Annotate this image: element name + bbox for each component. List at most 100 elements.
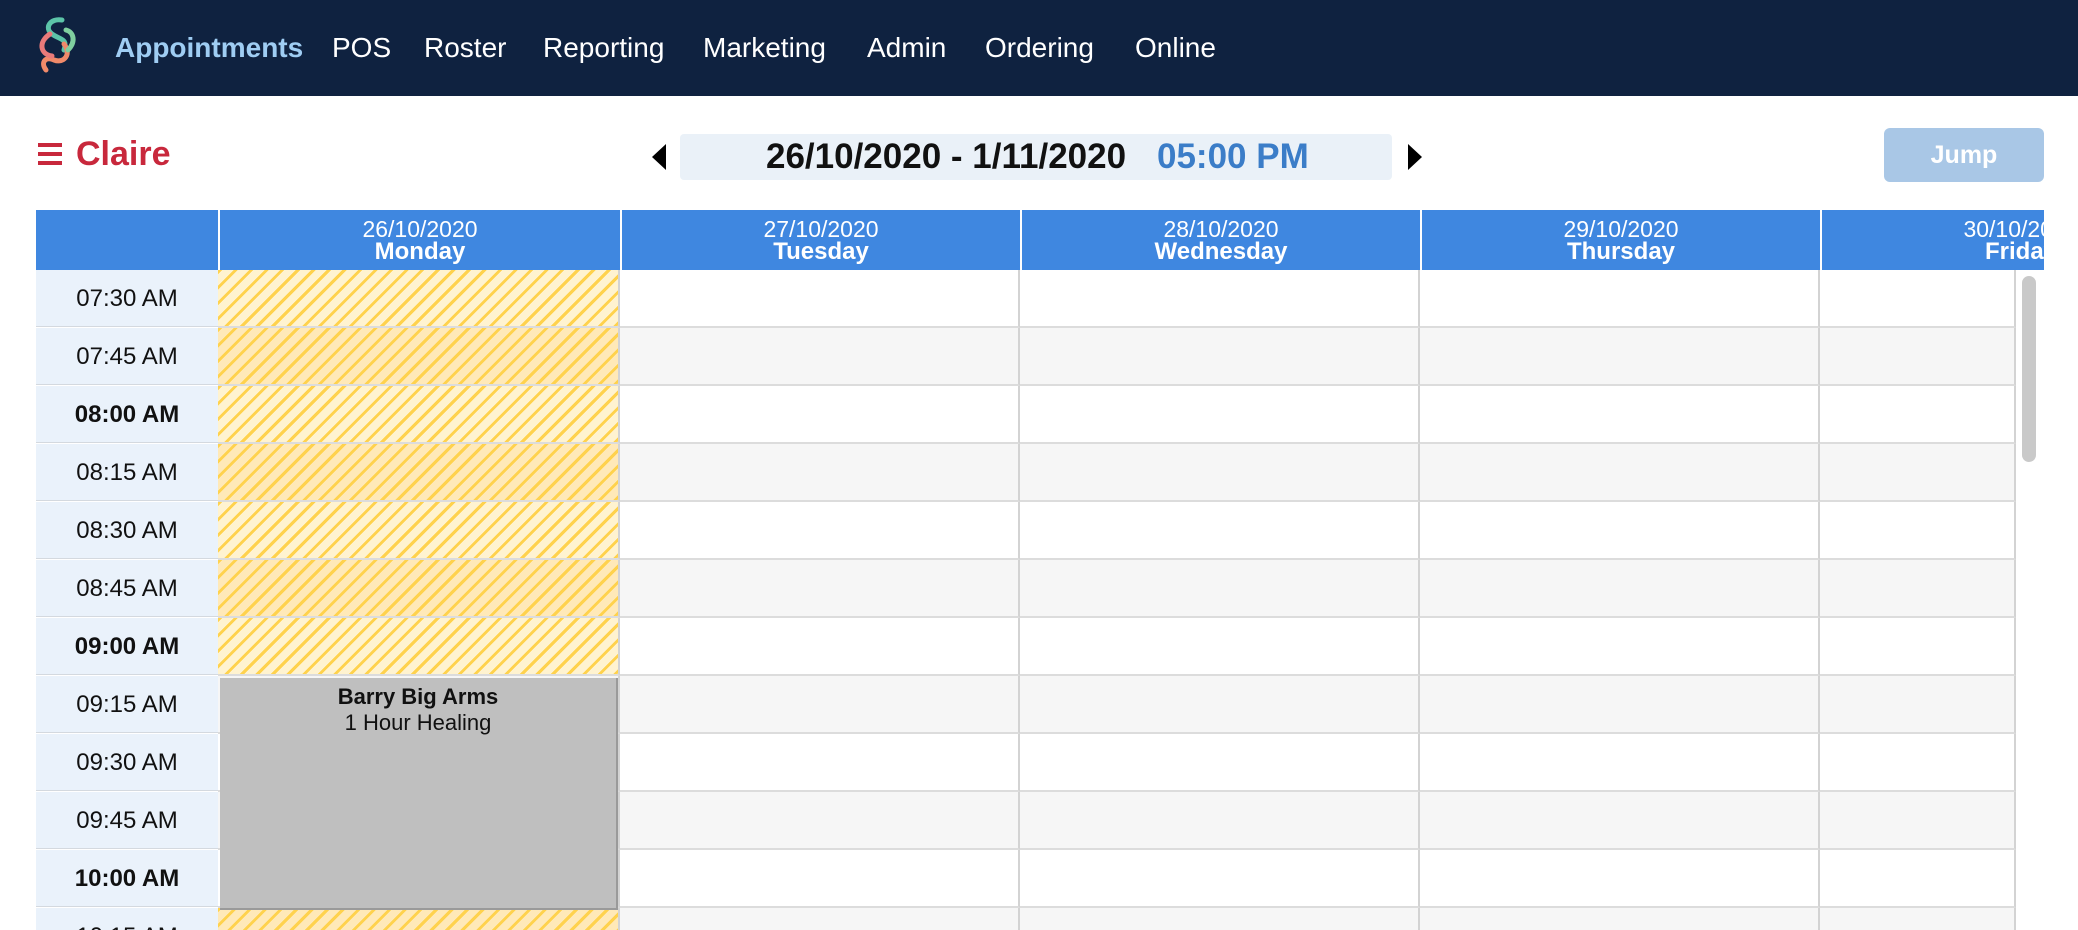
time-slot[interactable] — [1820, 444, 2016, 502]
time-slot[interactable] — [1820, 502, 2016, 560]
time-label-0845: 08:45 AM — [36, 560, 218, 617]
time-slot[interactable] — [1820, 908, 2016, 930]
jump-button[interactable]: Jump — [1884, 128, 2044, 182]
appointment-service: 1 Hour Healing — [344, 710, 492, 735]
time-slot[interactable] — [620, 908, 1020, 930]
appointment-block[interactable]: Barry Big Arms 1 Hour Healing — [220, 678, 618, 910]
time-slot[interactable] — [1420, 270, 1820, 328]
date-range-label[interactable]: 26/10/2020 - 1/11/2020 — [766, 134, 1126, 180]
time-slot[interactable] — [1420, 444, 1820, 502]
time-slot[interactable] — [1020, 676, 1420, 734]
calendar-corner — [36, 210, 218, 270]
time-slot[interactable] — [620, 444, 1020, 502]
top-navigation-bar: Appointments POS Roster Reporting Market… — [0, 0, 2078, 96]
time-slot[interactable] — [1420, 328, 1820, 386]
nav-pos[interactable]: POS — [332, 28, 391, 68]
time-slot[interactable] — [620, 328, 1020, 386]
time-slot[interactable] — [1820, 560, 2016, 618]
nav-roster[interactable]: Roster — [424, 28, 506, 68]
time-slot[interactable] — [620, 502, 1020, 560]
time-slot[interactable] — [1820, 270, 2016, 328]
time-slot[interactable] — [1420, 618, 1820, 676]
caret-left-icon[interactable] — [650, 142, 670, 172]
time-slot[interactable] — [1020, 560, 1420, 618]
unavailable-slot[interactable] — [218, 270, 620, 328]
time-label-1000: 10:00 AM — [36, 850, 218, 907]
time-slot[interactable] — [1420, 676, 1820, 734]
time-slot[interactable] — [1820, 618, 2016, 676]
nav-appointments[interactable]: Appointments — [115, 28, 303, 68]
day-header-thursday[interactable]: 29/10/2020 Thursday — [1420, 210, 1820, 270]
time-slot[interactable] — [620, 676, 1020, 734]
unavailable-slot[interactable] — [218, 908, 620, 930]
time-slot[interactable] — [620, 618, 1020, 676]
time-slot[interactable] — [1020, 502, 1420, 560]
hamburger-icon — [38, 143, 62, 165]
day-date: 26/10/2020 — [362, 216, 478, 242]
day-header-tuesday[interactable]: 27/10/2020 Tuesday — [620, 210, 1020, 270]
day-date: 30/10/2020 — [1963, 216, 2044, 242]
time-slot[interactable] — [1420, 792, 1820, 850]
time-slot[interactable] — [1420, 386, 1820, 444]
day-date: 28/10/2020 — [1163, 216, 1279, 242]
time-slot[interactable] — [1020, 734, 1420, 792]
day-header-friday[interactable]: 30/10/2020 Friday — [1820, 210, 2044, 270]
time-slot[interactable] — [1820, 850, 2016, 908]
time-slot[interactable] — [1820, 386, 2016, 444]
time-slot[interactable] — [620, 560, 1020, 618]
time-slot[interactable] — [1420, 502, 1820, 560]
time-slot[interactable] — [1820, 328, 2016, 386]
caret-right-icon[interactable] — [1404, 142, 1424, 172]
calendar-grid: 26/10/2020 Monday 27/10/2020 Tuesday 28/… — [36, 210, 2044, 930]
day-name: Thursday — [1566, 238, 1676, 265]
time-label-0745: 07:45 AM — [36, 328, 218, 385]
time-slot[interactable] — [1020, 328, 1420, 386]
day-name: Monday — [374, 238, 466, 265]
time-slot[interactable] — [620, 850, 1020, 908]
time-slot[interactable] — [1820, 734, 2016, 792]
time-slot[interactable] — [620, 734, 1020, 792]
nav-reporting[interactable]: Reporting — [543, 28, 664, 68]
unavailable-slot[interactable] — [218, 618, 620, 676]
day-date: 29/10/2020 — [1563, 216, 1679, 242]
time-slot[interactable] — [1820, 676, 2016, 734]
time-slot[interactable] — [1820, 792, 2016, 850]
nav-admin[interactable]: Admin — [867, 28, 946, 68]
nav-online[interactable]: Online — [1135, 28, 1216, 68]
time-slot[interactable] — [1420, 560, 1820, 618]
unavailable-slot[interactable] — [218, 560, 620, 618]
time-label-0830: 08:30 AM — [36, 502, 218, 559]
unavailable-slot[interactable] — [218, 386, 620, 444]
time-slot[interactable] — [1020, 386, 1420, 444]
time-label[interactable]: 05:00 PM — [1157, 134, 1309, 180]
time-slot[interactable] — [1020, 444, 1420, 502]
time-label-0800: 08:00 AM — [36, 386, 218, 443]
nav-marketing[interactable]: Marketing — [703, 28, 826, 68]
time-label-0900: 09:00 AM — [36, 618, 218, 675]
nav-ordering[interactable]: Ordering — [985, 28, 1094, 68]
time-label-0945: 09:45 AM — [36, 792, 218, 849]
time-slot[interactable] — [1020, 908, 1420, 930]
time-slot[interactable] — [1020, 618, 1420, 676]
time-slot[interactable] — [1020, 850, 1420, 908]
time-slot[interactable] — [1420, 850, 1820, 908]
time-slot[interactable] — [1020, 792, 1420, 850]
day-header-monday[interactable]: 26/10/2020 Monday — [218, 210, 620, 270]
unavailable-slot[interactable] — [218, 328, 620, 386]
unavailable-slot[interactable] — [218, 502, 620, 560]
time-slot[interactable] — [620, 386, 1020, 444]
time-slot[interactable] — [620, 270, 1020, 328]
staff-menu-toggle[interactable]: Claire — [36, 132, 171, 176]
time-slot[interactable] — [1420, 734, 1820, 792]
time-slot[interactable] — [1420, 908, 1820, 930]
time-slot[interactable] — [620, 792, 1020, 850]
scrollbar-thumb[interactable] — [2022, 276, 2036, 462]
time-label-0730: 07:30 AM — [36, 270, 218, 327]
unavailable-slot[interactable] — [218, 444, 620, 502]
time-label-0915: 09:15 AM — [36, 676, 218, 733]
day-name: Friday — [1984, 238, 2044, 265]
staff-name: Claire — [76, 135, 171, 173]
spiral-s-logo-icon[interactable] — [28, 14, 84, 80]
day-header-wednesday[interactable]: 28/10/2020 Wednesday — [1020, 210, 1420, 270]
time-slot[interactable] — [1020, 270, 1420, 328]
